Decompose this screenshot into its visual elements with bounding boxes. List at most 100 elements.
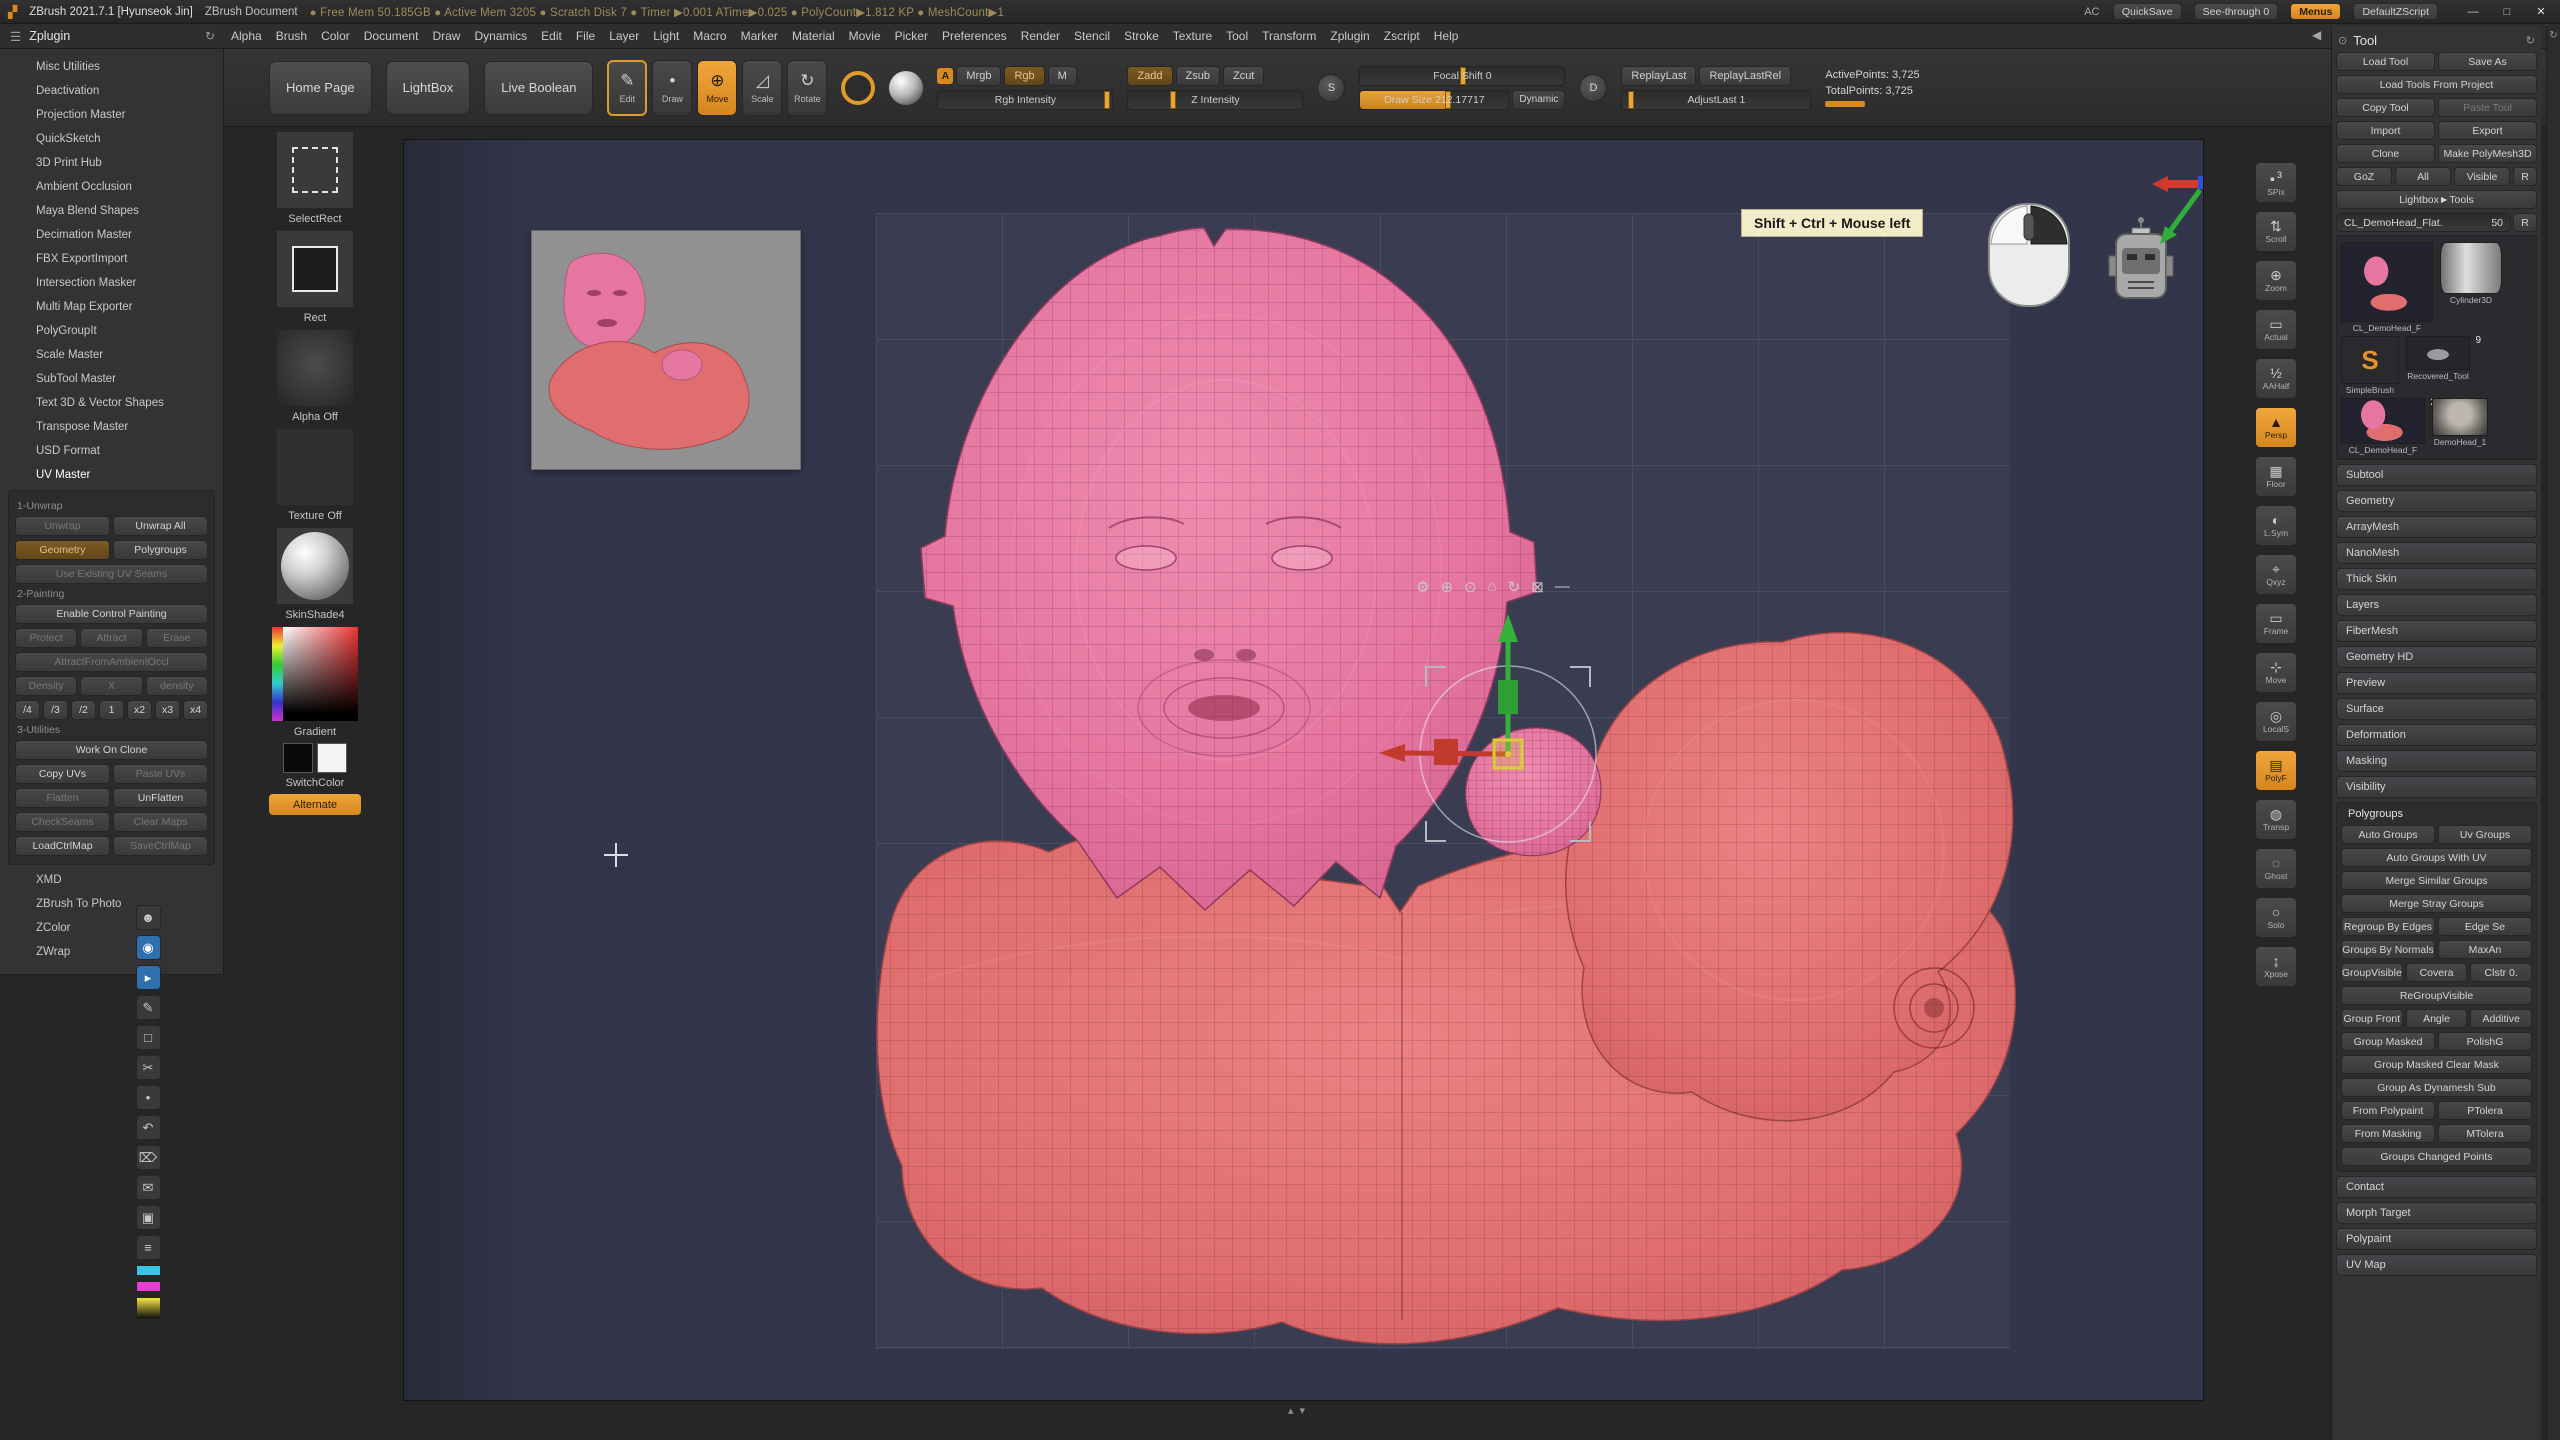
uv-loadctrlmap[interactable]: LoadCtrlMap bbox=[15, 836, 110, 856]
replay-last-button[interactable]: ReplayLast bbox=[1621, 66, 1696, 86]
alpha-selector[interactable] bbox=[276, 329, 354, 407]
pg-regroupvisible[interactable]: ReGroupVisible bbox=[2341, 986, 2532, 1005]
tool-goz[interactable]: GoZ bbox=[2336, 167, 2392, 186]
shelf-floor-button[interactable]: ▦Floor bbox=[2255, 456, 2297, 497]
uv-x[interactable]: X bbox=[80, 676, 142, 696]
seethrough-button[interactable]: See-through 0 bbox=[2194, 3, 2279, 20]
material-selector[interactable] bbox=[276, 527, 354, 605]
material-sphere-icon[interactable] bbox=[889, 71, 923, 105]
eye-icon[interactable]: ◉ bbox=[136, 935, 161, 960]
pg-mtolera[interactable]: MTolera bbox=[2438, 1124, 2532, 1143]
section-fibermesh[interactable]: FiberMesh bbox=[2336, 620, 2537, 642]
zplugin-item-polygroupit[interactable]: PolyGroupIt bbox=[0, 319, 223, 343]
menu-tool[interactable]: Tool bbox=[1219, 24, 1255, 49]
uv-enable-control-painting[interactable]: Enable Control Painting bbox=[15, 604, 208, 624]
trash-icon[interactable]: ⌦ bbox=[136, 1145, 161, 1170]
zplugin-item-usd-format[interactable]: USD Format bbox=[0, 439, 223, 463]
thumbnail-demohead-1[interactable]: DemoHead_1 bbox=[2432, 398, 2488, 447]
uv-clear-maps[interactable]: Clear Maps bbox=[113, 812, 208, 832]
menu-document[interactable]: Document bbox=[357, 24, 426, 49]
pg-angle[interactable]: Angle bbox=[2406, 1009, 2468, 1028]
uv-x2[interactable]: x2 bbox=[127, 700, 152, 720]
defaultzscript-button[interactable]: DefaultZScript bbox=[2353, 3, 2438, 20]
tool-export[interactable]: Export bbox=[2438, 121, 2537, 140]
menu-draw[interactable]: Draw bbox=[425, 24, 467, 49]
thumbnail-cylinder3d[interactable]: Cylinder3D bbox=[2440, 242, 2502, 305]
draw-size-slider[interactable]: Draw Size 212.17717 bbox=[1359, 90, 1509, 110]
toggle-zsub[interactable]: Zsub bbox=[1176, 66, 1220, 86]
shelf-solo-button[interactable]: ○Solo bbox=[2255, 897, 2297, 938]
section-layers[interactable]: Layers bbox=[2336, 594, 2537, 616]
section-geometry[interactable]: Geometry bbox=[2336, 490, 2537, 512]
menu-macro[interactable]: Macro bbox=[686, 24, 733, 49]
shelf-aahalf-button[interactable]: ½AAHalf bbox=[2255, 358, 2297, 399]
uv-3[interactable]: /3 bbox=[43, 700, 68, 720]
thumbnail-simplebrush[interactable]: SSimpleBrush bbox=[2341, 336, 2399, 395]
pg-merge-stray-groups[interactable]: Merge Stray Groups bbox=[2341, 894, 2532, 913]
right-tray-handle[interactable]: ↻ bbox=[2546, 26, 2560, 1440]
zplugin-item-scale-master[interactable]: Scale Master bbox=[0, 343, 223, 367]
pg-from-masking[interactable]: From Masking bbox=[2341, 1124, 2435, 1143]
lock-icon[interactable]: ⊠ bbox=[1531, 578, 1544, 596]
zplugin-item-zcolor[interactable]: ZColor bbox=[0, 916, 223, 940]
tool-load-tools-from-project[interactable]: Load Tools From Project bbox=[2336, 75, 2537, 94]
tool-load-tool[interactable]: Load Tool bbox=[2336, 52, 2435, 71]
menu-stencil[interactable]: Stencil bbox=[1067, 24, 1117, 49]
quicksave-button[interactable]: QuickSave bbox=[2113, 3, 2182, 20]
pg-clstr-0[interactable]: Clstr 0. bbox=[2470, 963, 2532, 982]
menu-stroke[interactable]: Stroke bbox=[1117, 24, 1166, 49]
frame-icon[interactable]: □ bbox=[136, 1025, 161, 1050]
secondary-color-swatch[interactable] bbox=[317, 743, 347, 773]
uv-unwrap-all[interactable]: Unwrap All bbox=[113, 516, 208, 536]
zplugin-item-projection-master[interactable]: Projection Master bbox=[0, 103, 223, 127]
tool-all[interactable]: All bbox=[2395, 167, 2451, 186]
cursor-icon[interactable]: ▸ bbox=[136, 965, 161, 990]
saturation-square[interactable] bbox=[283, 627, 358, 721]
undo-icon[interactable]: ↶ bbox=[136, 1115, 161, 1140]
shelf-polyf-button[interactable]: ▤PolyF bbox=[2255, 750, 2297, 791]
menu-transform[interactable]: Transform bbox=[1255, 24, 1323, 49]
pg-uv-groups[interactable]: Uv Groups bbox=[2438, 825, 2532, 844]
uv-use-existing-uv-seams[interactable]: Use Existing UV Seams bbox=[15, 564, 208, 584]
toggle-zcut[interactable]: Zcut bbox=[1223, 66, 1264, 86]
z-intensity-slider[interactable]: Z Intensity bbox=[1127, 90, 1303, 110]
menu-dynamics[interactable]: Dynamics bbox=[467, 24, 534, 49]
navigator-thumbnail[interactable] bbox=[531, 230, 801, 470]
tool-paste-tool[interactable]: Paste Tool bbox=[2438, 98, 2537, 117]
menu-material[interactable]: Material bbox=[785, 24, 842, 49]
pg-maxan[interactable]: MaxAn bbox=[2438, 940, 2532, 959]
gear-icon[interactable]: ⚙ bbox=[1416, 578, 1429, 596]
tool-copy-tool[interactable]: Copy Tool bbox=[2336, 98, 2435, 117]
pivot-icon[interactable]: ⊕ bbox=[1440, 578, 1453, 596]
shelf-move-button[interactable]: ⊹Move bbox=[2255, 652, 2297, 693]
zplugin-item-fbx-exportimport[interactable]: FBX ExportImport bbox=[0, 247, 223, 271]
zplugin-panel-header[interactable]: ☰ Zplugin bbox=[0, 29, 196, 44]
uv-unflatten[interactable]: UnFlatten bbox=[113, 788, 208, 808]
shelf-locals-button[interactable]: ◎LocalS bbox=[2255, 701, 2297, 742]
toggle-rgb[interactable]: Rgb bbox=[1004, 66, 1044, 86]
uv-attractfromambientoccl[interactable]: AttractFromAmbientOccl bbox=[15, 652, 208, 672]
menus-button[interactable]: Menus bbox=[2290, 3, 2341, 20]
zplugin-item-decimation-master[interactable]: Decimation Master bbox=[0, 223, 223, 247]
zplugin-item-3d-print-hub[interactable]: 3D Print Hub bbox=[0, 151, 223, 175]
pg-ptolera[interactable]: PTolera bbox=[2438, 1101, 2532, 1120]
shelf-transp-button[interactable]: ◍Transp bbox=[2255, 799, 2297, 840]
uv-protect[interactable]: Protect bbox=[15, 628, 77, 648]
uv-savectrlmap[interactable]: SaveCtrlMap bbox=[113, 836, 208, 856]
pg-merge-similar-groups[interactable]: Merge Similar Groups bbox=[2341, 871, 2532, 890]
tool-visible[interactable]: Visible bbox=[2454, 167, 2510, 186]
tool-clone[interactable]: Clone bbox=[2336, 144, 2435, 163]
uv-paste-uvs[interactable]: Paste UVs bbox=[113, 764, 208, 784]
mode-move-button[interactable]: ⊕Move bbox=[697, 60, 737, 116]
zplugin-item-misc-utilities[interactable]: Misc Utilities bbox=[0, 55, 223, 79]
home-icon[interactable]: ⌂ bbox=[1488, 578, 1497, 596]
zplugin-item-uv-master[interactable]: UV Master bbox=[0, 463, 223, 487]
uv-unwrap[interactable]: Unwrap bbox=[15, 516, 110, 536]
pg-groupvisible[interactable]: GroupVisible bbox=[2341, 963, 2403, 982]
minimize-button[interactable]: — bbox=[2462, 3, 2484, 21]
mode-edit-button[interactable]: ✎Edit bbox=[607, 60, 647, 116]
shelf-ghost-button[interactable]: ◌Ghost bbox=[2255, 848, 2297, 889]
magenta-swatch[interactable] bbox=[136, 1281, 161, 1292]
section-arraymesh[interactable]: ArrayMesh bbox=[2336, 516, 2537, 538]
uv-work-on-clone[interactable]: Work On Clone bbox=[15, 740, 208, 760]
